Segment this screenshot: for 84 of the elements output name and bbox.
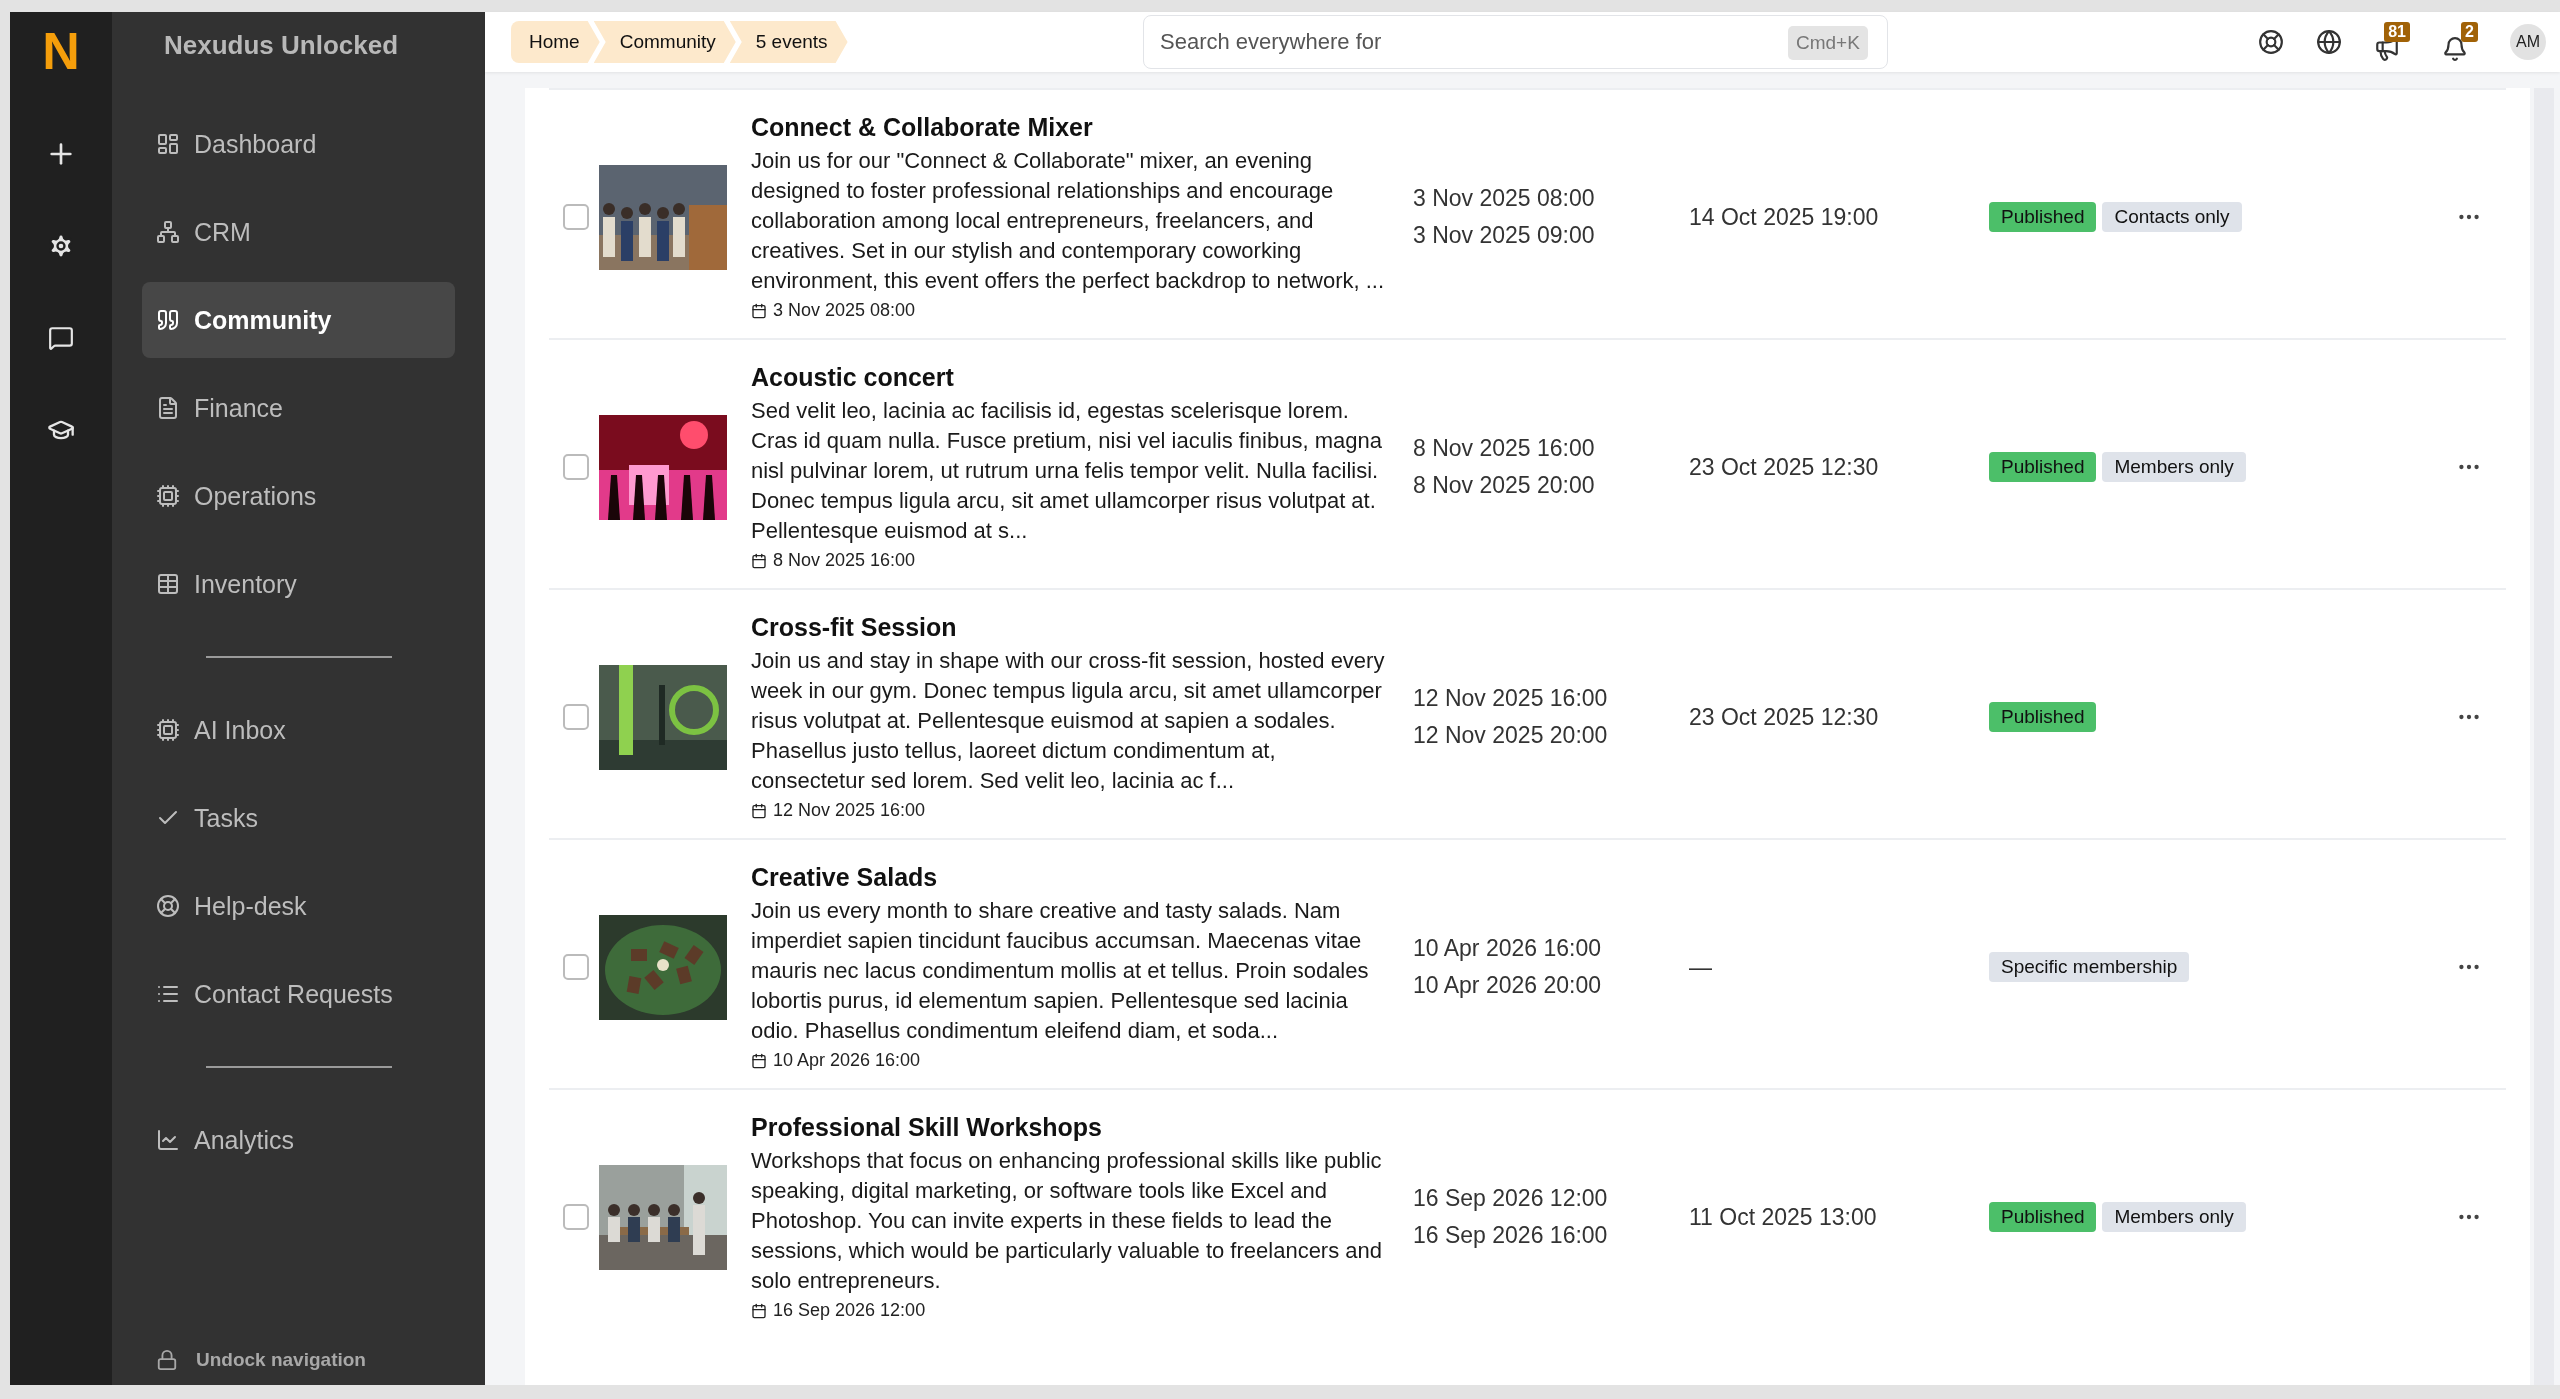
published-date: 11 Oct 2025 13:00 (1689, 1203, 1878, 1231)
nav-item[interactable]: Operations (142, 458, 455, 534)
undock-navigation-button[interactable]: Undock navigation (142, 1335, 455, 1385)
end-date: 8 Nov 2025 20:00 (1413, 472, 1596, 499)
calendar-icon (751, 802, 767, 819)
help-icon[interactable] (2258, 29, 2284, 55)
lock-icon (156, 1349, 178, 1371)
chart-icon (156, 1128, 180, 1152)
bell-icon (2442, 36, 2468, 62)
end-date: 10 Apr 2026 20:00 (1413, 972, 1602, 999)
event-description: Join us for our "Connect & Collaborate" mixer, an evening designed to foster professional relationships and encourage collaboration among local entrepreneurs, freelancers, and creatives. Set in our stylish and contemporary coworking environment, this event offers the perfect backdrop to network, ... (751, 147, 1386, 295)
audience-badge: Members only (2102, 1202, 2246, 1232)
nav-item[interactable]: Dashboard (142, 106, 455, 182)
shortcut-hint: Cmd+K (1788, 26, 1868, 60)
nav-item[interactable]: Help-desk (142, 868, 455, 944)
chip-icon (156, 718, 180, 742)
table-icon (156, 572, 180, 596)
notifications-button[interactable]: 2 (2442, 22, 2478, 62)
chip-icon (156, 484, 180, 508)
count-badge: 81 (2384, 22, 2410, 42)
row-checkbox[interactable] (563, 954, 589, 980)
event-date: 3 Nov 2025 08:00 (773, 300, 916, 321)
calendar-icon (751, 302, 767, 319)
start-date: 16 Sep 2026 12:00 (1413, 1185, 1609, 1212)
start-date: 8 Nov 2025 16:00 (1413, 435, 1596, 462)
status-badge: Published (1989, 452, 2097, 482)
breadcrumb[interactable]: Home (511, 21, 600, 63)
start-date: 3 Nov 2025 08:00 (1413, 185, 1596, 212)
event-date: 16 Sep 2026 12:00 (773, 1300, 926, 1321)
document-icon (156, 396, 180, 420)
nav-item[interactable]: Inventory (142, 546, 455, 622)
nav-item[interactable]: Community (142, 282, 455, 358)
published-date: 23 Oct 2025 12:30 (1689, 453, 1880, 481)
calendar-icon (751, 1052, 767, 1069)
calendar-icon (751, 552, 767, 569)
event-title[interactable]: Creative Salads (751, 863, 1389, 892)
event-description: Sed velit leo, lacinia ac facilisis id, egestas scelerisque lorem. Cras id quam nulla. Fusce pretium, nisi vel iaculis finibus, magna nisl pulvinar lorem, ut rutrum urna felis tempor velit. Nulla facilisi. Donec tempus ligula arcu, sit amet ullamcorper risus volutpat at. Pellentesque euismod at s... (751, 397, 1383, 545)
audience-badge: Contacts only (2102, 202, 2242, 232)
count-badge: 2 (2461, 22, 2478, 42)
nav-item[interactable]: AI Inbox (142, 692, 455, 768)
end-date: 12 Nov 2025 20:00 (1413, 722, 1609, 749)
hierarchy-icon (156, 220, 180, 244)
dashboard-icon (156, 132, 180, 156)
start-date: 10 Apr 2026 16:00 (1413, 935, 1602, 962)
nav-item[interactable]: Analytics (142, 1102, 455, 1178)
event-title[interactable]: Cross-fit Session (751, 613, 1389, 642)
event-title[interactable]: Acoustic concert (751, 363, 1389, 392)
workspace-name: Nexudus Unlocked (163, 28, 400, 62)
audience-badge: Members only (2102, 452, 2246, 482)
event-date: 10 Apr 2026 16:00 (773, 1050, 921, 1071)
end-date: 3 Nov 2025 09:00 (1413, 222, 1596, 249)
published-date: 23 Oct 2025 12:30 (1689, 703, 1880, 731)
audience-badge: Specific membership (1989, 952, 2190, 982)
row-checkbox[interactable] (563, 204, 589, 230)
row-checkbox[interactable] (563, 454, 589, 480)
nav-item[interactable]: CRM (142, 194, 455, 270)
event-date: 12 Nov 2025 16:00 (773, 800, 926, 821)
user-avatar[interactable]: AM (2510, 24, 2546, 60)
globe-icon[interactable] (2316, 29, 2342, 55)
event-title[interactable]: Connect & Collaborate Mixer (751, 113, 1389, 142)
megaphone-button[interactable]: 81 (2374, 22, 2410, 62)
calendar-icon (751, 1302, 767, 1319)
logo[interactable]: N (42, 12, 80, 90)
published-date: 14 Oct 2025 19:00 (1689, 203, 1880, 231)
breadcrumb[interactable]: Community (593, 21, 736, 63)
event-description: Join us and stay in shape with our cross-fit session, hosted every week in our gym. Donec tempus ligula arcu, sit amet ullamcorper risus volutpat at. Pellentesque euismod at sapien a sodales. Phasellus justo tellus, laoreet dictum condimentum at, consectetur sed lorem. Sed velit leo, lacinia ac f... (751, 647, 1386, 795)
event-title[interactable]: Professional Skill Workshops (751, 1113, 1389, 1142)
nav-item[interactable]: Tasks (142, 780, 455, 856)
quote-icon (156, 308, 180, 332)
status-badge: Published (1989, 1202, 2097, 1232)
start-date: 12 Nov 2025 16:00 (1413, 685, 1609, 712)
nav-item[interactable]: Contact Requests (142, 956, 455, 1032)
published-date: — (1689, 953, 1713, 981)
status-badge: Published (1989, 202, 2097, 232)
row-checkbox[interactable] (563, 1204, 589, 1230)
nav-item[interactable]: Finance (142, 370, 455, 446)
end-date: 16 Sep 2026 16:00 (1413, 1222, 1609, 1249)
event-description: Workshops that focus on enhancing professional skills like public speaking, digital marketing, or software tools like Excel and Photoshop. You can invite experts in these fields to lead the sessions, which would be particularly valuable to freelancers and solo entrepreneurs. (751, 1147, 1383, 1295)
status-badge: Published (1989, 702, 2097, 732)
lifebuoy-icon (156, 894, 180, 918)
event-date: 8 Nov 2025 16:00 (773, 550, 916, 571)
breadcrumb[interactable]: 5 events (729, 21, 848, 63)
row-checkbox[interactable] (563, 704, 589, 730)
event-description: Join us every month to share creative and tasty salads. Nam imperdiet sapien tincidunt faucibus accumsan. Maecenas vitae mauris nec lacus condimentum mollis at et tellus. Proin sodales lobortis purus, id elementum sapien. Pellentesque sed lacinia odio. Phasellus condimentum eleifend diam, et soda... (751, 897, 1370, 1045)
